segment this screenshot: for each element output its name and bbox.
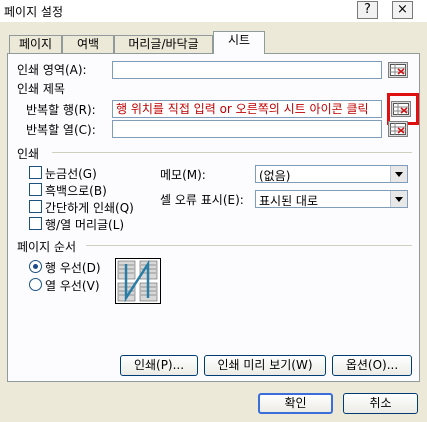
draft-quality-label: 간단하게 인쇄(Q)	[45, 201, 134, 215]
black-and-white-label: 흑백으로(B)	[45, 184, 107, 198]
rows-to-repeat-input[interactable]: 행 위치를 직접 입력 or 오른쪽의 시트 아이콘 클릭	[112, 100, 382, 118]
title-bar: 페이지 설정 ? ×	[0, 0, 427, 22]
cell-errors-value: 표시된 대로	[259, 194, 319, 208]
print-preview-button[interactable]: 인쇄 미리 보기(W)	[204, 355, 326, 376]
cell-errors-label: 셀 오류 표시(E):	[160, 193, 244, 207]
row-col-headings-label: 행/열 머리글(L)	[45, 218, 125, 232]
cancel-button[interactable]: 취소	[343, 393, 418, 414]
tab-margins[interactable]: 여백	[62, 35, 114, 53]
print-heading: 인쇄	[17, 147, 40, 161]
comments-select[interactable]: (없음)	[255, 165, 408, 183]
columns-to-repeat-sheet-icon[interactable]	[388, 121, 408, 137]
page-order-heading: 페이지 순서	[17, 240, 77, 254]
black-and-white-checkbox[interactable]	[29, 183, 42, 196]
tab-header-footer-label: 머리글/바닥글	[128, 37, 199, 51]
print-area-sheet-icon[interactable]	[388, 62, 408, 78]
rows-to-repeat-label: 반복할 행(R):	[26, 103, 96, 117]
tab-sheet-label: 시트	[227, 33, 251, 47]
draft-quality-checkbox[interactable]	[29, 200, 42, 213]
print-area-label: 인쇄 영역(A):	[17, 63, 87, 77]
options-button[interactable]: 옵션(O)...	[332, 355, 412, 376]
over-then-down-label: 열 우선(V)	[45, 279, 100, 293]
tab-page-label: 페이지	[18, 37, 53, 51]
print-button-label: 인쇄(P)...	[133, 358, 185, 372]
options-button-label: 옵션(O)...	[345, 358, 399, 372]
down-then-over-label: 행 우선(D)	[45, 261, 101, 275]
gridlines-label: 눈금선(G)	[45, 167, 97, 181]
row-col-headings-checkbox[interactable]	[29, 217, 42, 230]
print-titles-heading: 인쇄 제목	[17, 82, 65, 96]
help-icon: ?	[364, 2, 371, 17]
ok-button[interactable]: 확인	[258, 393, 333, 414]
print-button[interactable]: 인쇄(P)...	[120, 355, 198, 376]
ok-button-label: 확인	[284, 396, 307, 410]
page-setup-dialog: 페이지 설정 ? × 페이지 여백 머리글/바닥글 시트 인쇄 영역(A): 인…	[0, 0, 427, 422]
help-button[interactable]: ?	[357, 1, 378, 19]
tab-margins-label: 여백	[76, 37, 100, 51]
columns-to-repeat-label: 반복할 열(C):	[26, 123, 96, 137]
columns-to-repeat-input[interactable]	[112, 120, 382, 138]
window-title: 페이지 설정	[4, 5, 64, 19]
cell-errors-select[interactable]: 표시된 대로	[255, 190, 408, 208]
over-then-down-radio[interactable]	[29, 278, 42, 291]
close-icon: ×	[397, 2, 408, 17]
page-order-divider	[86, 245, 412, 246]
page-order-preview-icon	[115, 258, 161, 304]
comments-value: (없음)	[259, 169, 291, 183]
cancel-button-label: 취소	[369, 396, 392, 410]
chevron-down-icon	[390, 191, 407, 207]
tab-page[interactable]: 페이지	[9, 35, 62, 53]
down-then-over-radio[interactable]	[29, 260, 42, 273]
print-preview-button-label: 인쇄 미리 보기(W)	[217, 358, 313, 372]
chevron-down-icon	[390, 166, 407, 182]
close-button[interactable]: ×	[392, 1, 413, 19]
tab-header-footer[interactable]: 머리글/바닥글	[114, 35, 213, 53]
comments-label: 메모(M):	[160, 168, 206, 182]
gridlines-checkbox[interactable]	[29, 166, 42, 179]
print-area-input[interactable]	[112, 61, 382, 79]
tab-sheet[interactable]: 시트	[213, 31, 265, 54]
print-divider	[52, 152, 412, 153]
